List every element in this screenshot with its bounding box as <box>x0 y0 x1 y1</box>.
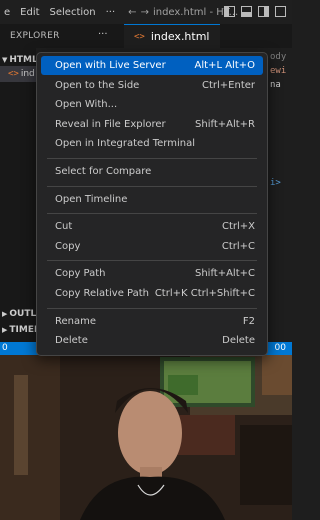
menu-item-shortcut: Shift+Alt+R <box>195 119 255 130</box>
chevron-right-icon: ▶ <box>2 326 8 334</box>
menu-item-label: Reveal in File Explorer <box>55 119 166 130</box>
context-menu: Open with Live Server Alt+L Alt+O Open t… <box>36 52 268 356</box>
menu-open-timeline[interactable]: Open Timeline <box>41 190 263 209</box>
status-right[interactable]: 00 <box>275 343 286 353</box>
menu-copy[interactable]: Copy Ctrl+C <box>41 237 263 256</box>
html-file-icon: <> <box>134 31 145 42</box>
menu-item-shortcut: Shift+Alt+C <box>194 268 255 279</box>
webcam-video <box>0 355 292 520</box>
editor-text: ewi <box>270 66 287 76</box>
editor-text: ody <box>270 52 287 62</box>
menu-item-label: Select for Compare <box>55 166 152 177</box>
editor-text: i> <box>270 178 281 188</box>
file-item-label: ind <box>20 69 35 79</box>
menu-copy-relative-path[interactable]: Copy Relative Path Ctrl+K Ctrl+Shift+C <box>41 284 263 303</box>
chevron-down-icon: ▼ <box>2 56 8 64</box>
menu-edit[interactable]: Edit <box>15 7 44 18</box>
menu-cut[interactable]: Cut Ctrl+X <box>41 217 263 236</box>
menu-separator <box>47 308 257 309</box>
menu-item-label: Open With... <box>55 99 118 110</box>
menu-more[interactable]: ··· <box>101 7 121 18</box>
tab-row: EXPLORER ··· <> index.html <box>0 24 292 48</box>
menu-item-label: Open with Live Server <box>55 60 166 71</box>
section-html-label: HTML <box>9 55 38 65</box>
menu-file[interactable]: e <box>0 7 15 18</box>
menu-delete[interactable]: Delete Delete <box>41 331 263 350</box>
status-left[interactable]: 0 <box>2 343 8 353</box>
layout-controls <box>224 6 286 17</box>
forward-arrow-icon[interactable]: → <box>141 7 149 18</box>
menu-separator <box>47 260 257 261</box>
menu-select-for-compare[interactable]: Select for Compare <box>41 162 263 181</box>
customize-layout-icon[interactable] <box>275 6 286 17</box>
menu-selection[interactable]: Selection <box>45 7 101 18</box>
title-bar: e Edit Selection ··· ← → index.html - HT… <box>0 0 292 25</box>
menu-item-label: Open Timeline <box>55 194 128 205</box>
menu-item-label: Rename <box>55 316 97 327</box>
menu-item-label: Copy Relative Path <box>55 288 150 299</box>
menu-item-label: Copy Path <box>55 268 106 279</box>
menu-open-in-terminal[interactable]: Open in Integrated Terminal <box>41 134 263 153</box>
menu-separator <box>47 158 257 159</box>
window-title: ← → index.html - HT... <box>128 7 238 18</box>
menu-item-shortcut: Delete <box>222 335 255 346</box>
file-item-index[interactable]: <> ind <box>0 66 36 82</box>
tab-label: index.html <box>150 30 210 43</box>
explorer-more-icon[interactable]: ··· <box>98 29 108 40</box>
menu-open-with[interactable]: Open With... <box>41 95 263 114</box>
toggle-sidebar-icon[interactable] <box>224 6 235 17</box>
html-file-icon: <> <box>8 69 19 79</box>
menu-separator <box>47 213 257 214</box>
menu-item-label: Cut <box>55 221 73 232</box>
section-timeline[interactable]: ▶ TIMEL <box>2 322 40 338</box>
menu-item-shortcut: Alt+L Alt+O <box>194 60 255 71</box>
menu-open-live-server[interactable]: Open with Live Server Alt+L Alt+O <box>41 56 263 75</box>
menu-item-shortcut: F2 <box>242 316 255 327</box>
explorer-sidebar: ▼ HTML <> ind ▶ OUTLI ▶ TIMEL <box>0 48 40 342</box>
editor-text: na <box>270 80 281 90</box>
menu-reveal-in-explorer[interactable]: Reveal in File Explorer Shift+Alt+R <box>41 115 263 134</box>
menu-item-shortcut: Ctrl+K Ctrl+Shift+C <box>154 288 255 299</box>
menu-item-label: Open to the Side <box>55 80 140 91</box>
menu-copy-path[interactable]: Copy Path Shift+Alt+C <box>41 264 263 283</box>
chevron-right-icon: ▶ <box>2 310 8 318</box>
menu-item-label: Delete <box>55 335 88 346</box>
menu-item-shortcut: Ctrl+X <box>221 221 255 232</box>
menu-item-shortcut: Ctrl+C <box>221 241 255 252</box>
toggle-panel-icon[interactable] <box>241 6 252 17</box>
menu-open-to-side[interactable]: Open to the Side Ctrl+Enter <box>41 76 263 95</box>
menu-rename[interactable]: Rename F2 <box>41 312 263 331</box>
menu-item-label: Copy <box>55 241 81 252</box>
back-arrow-icon[interactable]: ← <box>128 7 136 18</box>
menu-item-label: Open in Integrated Terminal <box>55 138 195 149</box>
menu-separator <box>47 186 257 187</box>
section-outline[interactable]: ▶ OUTLI <box>2 306 40 322</box>
menu-item-shortcut: Ctrl+Enter <box>201 80 255 91</box>
webcam-image <box>0 355 292 520</box>
toggle-secondary-sidebar-icon[interactable] <box>258 6 269 17</box>
tab-index-html[interactable]: <> index.html <box>124 24 220 48</box>
